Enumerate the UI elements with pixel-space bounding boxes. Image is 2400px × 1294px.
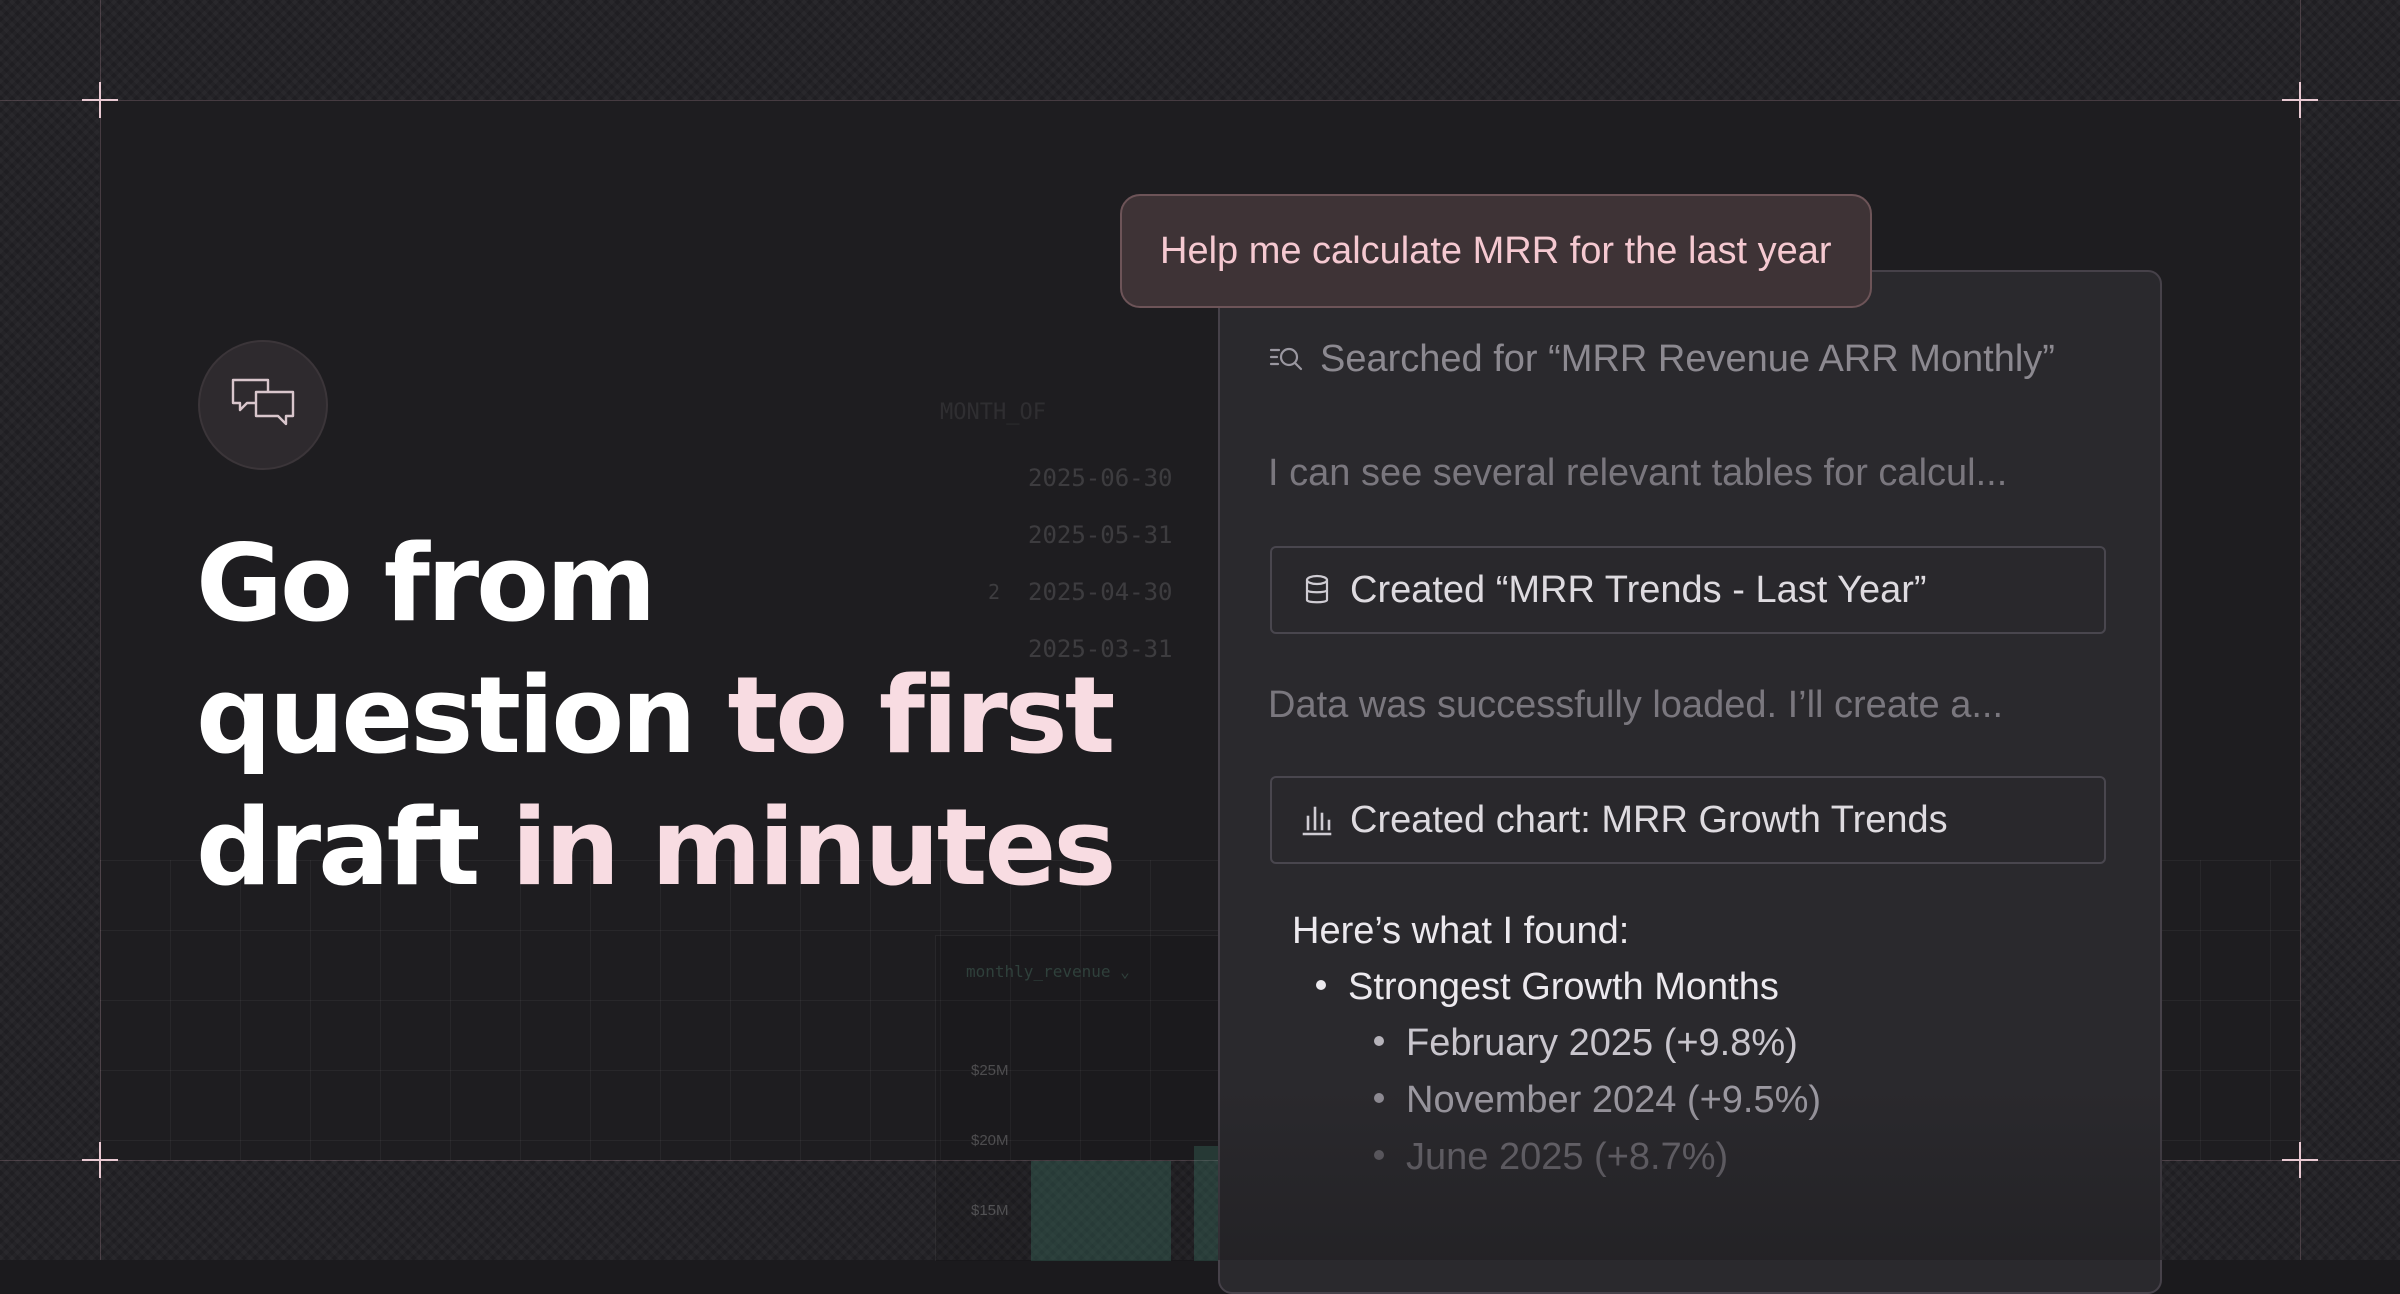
headline: Go from question to first draft in minut… <box>196 518 1196 914</box>
bullet-dot <box>1374 1092 1384 1103</box>
created-chart-text: Created chart: MRR Growth Trends <box>1350 798 1948 841</box>
database-icon <box>1300 573 1334 607</box>
chevron-down-icon: ⌄ <box>1120 962 1130 981</box>
found-heading: Here’s what I found: <box>1292 910 1630 952</box>
bullet-dot <box>1316 979 1326 990</box>
bullet-dot <box>1374 1149 1384 1160</box>
chart-bar <box>1031 1161 1171 1261</box>
crosshair-top-left <box>82 82 118 118</box>
list-item: Strongest Growth Months <box>1316 966 1779 1009</box>
frame-line-left <box>100 0 101 1260</box>
list-item: February 2025 (+9.8%) <box>1374 1022 1798 1065</box>
headline-line-2: question to first <box>196 650 1196 782</box>
list-item-text: February 2025 (+9.8%) <box>1406 1022 1798 1064</box>
crosshair-bottom-right <box>2282 1142 2318 1178</box>
created-chart-card[interactable]: Created chart: MRR Growth Trends <box>1270 776 2106 864</box>
list-item-text: Strongest Growth Months <box>1348 966 1779 1008</box>
list-item-text: November 2024 (+9.5%) <box>1406 1079 1822 1121</box>
y-tick-label: $15M <box>971 1202 1009 1219</box>
search-step-text: Searched for “MRR Revenue ARR Monthly” <box>1320 338 2055 380</box>
bullet-dot <box>1374 1035 1384 1046</box>
user-prompt-text: Help me calculate MRR for the last year <box>1160 229 1832 272</box>
headline-line-3: draft in minutes <box>196 782 1196 914</box>
background-chart-select: monthly_revenue ⌄ <box>966 962 1130 981</box>
crosshair-bottom-left <box>82 1142 118 1178</box>
assistant-message: I can see several relevant tables for ca… <box>1268 452 2007 495</box>
list-item-text: June 2025 (+8.7%) <box>1406 1136 1729 1178</box>
headline-line-1: Go from <box>196 522 656 645</box>
assistant-message-text: I can see several relevant tables for ca… <box>1268 452 2008 494</box>
list-item: June 2025 (+8.7%) <box>1374 1136 1728 1179</box>
headline-text: question <box>196 654 728 777</box>
background-table-header: MONTH_OF <box>940 400 1046 425</box>
created-table-text: Created “MRR Trends - Last Year” <box>1350 568 1927 611</box>
created-table-card[interactable]: Created “MRR Trends - Last Year” <box>1270 546 2106 634</box>
headline-accent: in minutes <box>511 786 1116 909</box>
frame-line-right <box>2300 0 2301 1260</box>
chat-badge <box>198 340 328 470</box>
bar-chart-icon <box>1300 803 1334 837</box>
search-step[interactable]: Searched for “MRR Revenue ARR Monthly” <box>1268 338 2055 381</box>
background-chart: monthly_revenue ⌄ $25M $20M $15M <box>935 935 1256 1261</box>
crosshair-top-right <box>2282 82 2318 118</box>
assistant-message-text: Data was successfully loaded. I’ll creat… <box>1268 684 2004 726</box>
list-item: November 2024 (+9.5%) <box>1374 1079 1821 1122</box>
headline-text: draft <box>196 786 512 909</box>
y-tick-label: $25M <box>971 1062 1009 1079</box>
user-prompt-bubble: Help me calculate MRR for the last year <box>1120 194 1872 308</box>
select-value: monthly_revenue <box>966 962 1111 981</box>
headline-accent: to first <box>727 654 1116 777</box>
frame-line-top <box>0 100 2400 101</box>
assistant-message: Data was successfully loaded. I’ll creat… <box>1268 684 2003 727</box>
y-tick-label: $20M <box>971 1132 1009 1149</box>
table-row: 2025-06-30 <box>940 449 1220 506</box>
row-date: 2025-06-30 <box>1028 463 1173 492</box>
chat-bubbles-icon <box>230 377 296 433</box>
search-list-icon <box>1268 342 1304 378</box>
